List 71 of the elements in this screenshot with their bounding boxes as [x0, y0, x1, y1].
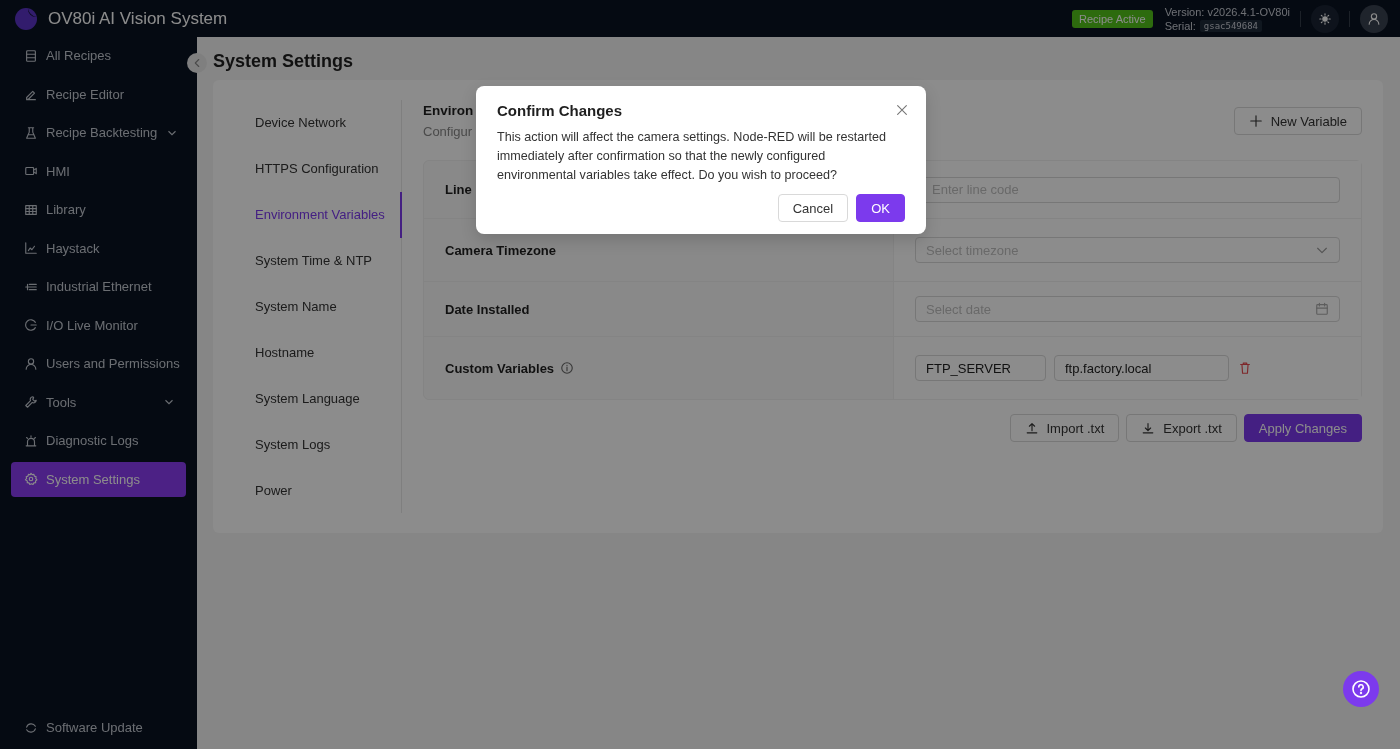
- download-icon: [1141, 421, 1156, 435]
- dialog-title: Confirm Changes: [497, 102, 623, 119]
- app-title: OV80i AI Vision System: [48, 8, 229, 29]
- chart-icon: [24, 241, 38, 255]
- plus-icon: [1248, 114, 1263, 128]
- row-label: Camera Timezone: [445, 242, 557, 258]
- logo-icon: [14, 6, 38, 31]
- serial-number: gsac549684: [1199, 19, 1262, 32]
- user-icon: [1367, 11, 1381, 26]
- sidebar-item[interactable]: Diagnostic Logs: [11, 423, 186, 458]
- info-icon: [560, 361, 575, 375]
- serial-label: Serial:: [1164, 19, 1196, 32]
- settings-nav-item[interactable]: System Logs: [213, 421, 402, 468]
- gear-icon: [24, 472, 38, 486]
- version-text: Version: v2026.4.1-OV80i: [1164, 5, 1290, 18]
- settings-nav-item[interactable]: System Name: [213, 283, 402, 330]
- monitor-icon: [24, 318, 38, 332]
- dialog-message: This action will affect the camera settings. Node-RED will be restarted immediately after confirmation so that the newly configured environmental variables take effect. Do you wish to proceed?: [497, 129, 887, 184]
- sidebar-item[interactable]: HMI: [11, 153, 186, 189]
- sidebar-item[interactable]: All Recipes: [11, 38, 186, 73]
- trash-icon: [1238, 361, 1252, 375]
- settings-nav-item[interactable]: Power: [213, 467, 402, 513]
- alarm-icon: [24, 433, 38, 448]
- settings-nav-item[interactable]: Device Network: [213, 100, 402, 146]
- sun-icon: [1318, 11, 1332, 26]
- close-icon: [895, 103, 909, 117]
- ok-button[interactable]: OK: [856, 194, 905, 222]
- grid-icon: [24, 202, 38, 217]
- row-label: Custom Variables: [445, 360, 555, 376]
- collapse-sidebar-button[interactable]: [187, 53, 207, 73]
- apply-changes-button[interactable]: Apply Changes: [1243, 414, 1362, 442]
- variable-name-field[interactable]: FTP_SERVER: [915, 355, 1046, 381]
- settings-nav-item[interactable]: System Language: [213, 375, 402, 422]
- export-button[interactable]: Export .txt: [1126, 414, 1237, 442]
- variable-value-field[interactable]: ftp.factory.local: [1054, 355, 1229, 381]
- help-icon: [1351, 679, 1371, 699]
- settings-nav-item[interactable]: System Time & NTP: [213, 237, 402, 284]
- wrench-icon: [24, 395, 38, 409]
- sidebar-item[interactable]: I/O Live Monitor: [11, 307, 186, 343]
- new-variable-button[interactable]: New Variable: [1233, 107, 1362, 135]
- sidebar-item[interactable]: Tools: [11, 384, 186, 420]
- software-update-button[interactable]: Software Update: [0, 720, 197, 735]
- sidebar-item[interactable]: Haystack: [11, 230, 186, 266]
- sidebar-item[interactable]: Recipe Editor: [11, 76, 186, 112]
- settings-nav-item[interactable]: Hostname: [213, 329, 402, 376]
- settings-nav-item[interactable]: HTTPS Configuration: [213, 145, 402, 192]
- section-subtitle: Configur: [423, 124, 474, 139]
- status-badge: Recipe Active: [1072, 9, 1153, 28]
- delete-button[interactable]: [1237, 360, 1253, 376]
- list-icon: [24, 48, 38, 63]
- sidebar-item[interactable]: System Settings: [11, 461, 186, 497]
- sidebar-item[interactable]: Library: [11, 192, 186, 227]
- user-icon: [24, 356, 38, 371]
- video-icon: [24, 164, 38, 178]
- row-label: Line: [445, 182, 472, 197]
- sidebar-item[interactable]: Users and Permissions: [11, 346, 186, 381]
- section-heading: Environ: [423, 103, 474, 118]
- settings-nav-item[interactable]: Environment Variables: [213, 191, 402, 238]
- close-button[interactable]: [895, 103, 909, 117]
- sidebar-item[interactable]: Recipe Backtesting: [11, 115, 186, 150]
- theme-toggle-button[interactable]: [1311, 4, 1339, 33]
- page-title: System Settings: [213, 51, 355, 72]
- flask-icon: [24, 125, 38, 140]
- import-button[interactable]: Import .txt: [1009, 414, 1120, 442]
- calendar-icon: [1315, 302, 1329, 316]
- user-avatar-button[interactable]: [1360, 4, 1388, 33]
- row-label: Date Installed: [445, 301, 530, 317]
- cancel-button[interactable]: Cancel: [777, 194, 849, 222]
- upload-icon: [1024, 421, 1039, 435]
- sidebar-item[interactable]: Industrial Ethernet: [11, 269, 186, 304]
- refresh-icon: [24, 720, 38, 735]
